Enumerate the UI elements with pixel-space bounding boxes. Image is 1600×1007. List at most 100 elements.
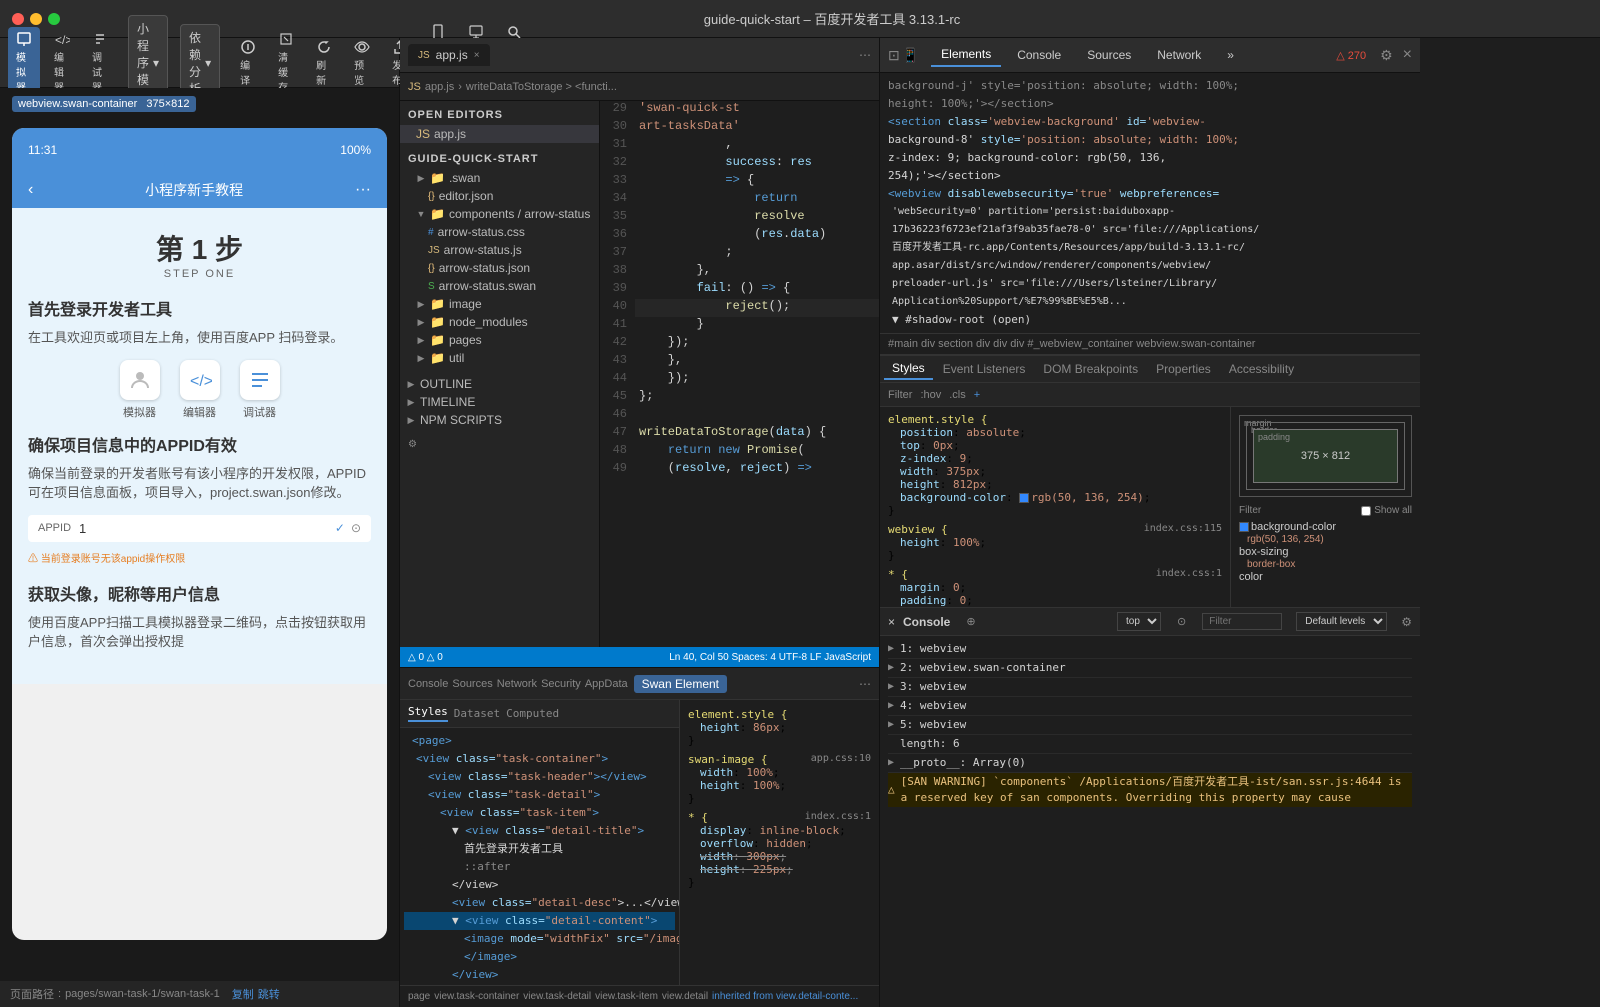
file-arrow-swan[interactable]: S arrow-status.swan: [400, 277, 599, 295]
close-button[interactable]: [12, 13, 24, 25]
code-line: 34 return: [600, 191, 879, 209]
html-line: <view class="task-header"></view>: [404, 768, 675, 786]
folder-components[interactable]: ▼ 📁 components / arrow-status: [400, 205, 599, 223]
folder-util[interactable]: ▶ 📁 util: [400, 349, 599, 367]
console-msg: ▶ 2: webview.swan-container: [888, 659, 1412, 678]
open-file-appjs[interactable]: JS app.js: [400, 125, 599, 143]
console-settings-icon[interactable]: ⚙: [1401, 615, 1412, 629]
settings-icon[interactable]: ⚙: [1380, 47, 1393, 64]
minimize-button[interactable]: [30, 13, 42, 25]
code-line: 37 ;: [600, 245, 879, 263]
console-section: × Console ⊕ top ⊙ Default levels ⚙ ▶ 1: …: [880, 607, 1420, 807]
folder-node-modules[interactable]: ▶ 📁 node_modules: [400, 313, 599, 331]
code-line: 31 ,: [600, 137, 879, 155]
outline-section[interactable]: ▶ OUTLINE: [400, 375, 599, 393]
html-tree-content: <page> <view class="task-container"> <vi…: [400, 728, 679, 985]
tab-more[interactable]: »: [1217, 44, 1244, 66]
device-label: webview.swan-container 375×812: [12, 96, 196, 112]
file-tab-appjs[interactable]: JS app.js ×: [408, 44, 490, 66]
folder-swan[interactable]: ▶ 📁 .swan: [400, 169, 599, 187]
navigate-button[interactable]: 跳转: [258, 986, 280, 1002]
styles-main: element.style { position: absolute; top:…: [880, 407, 1420, 607]
refresh-button[interactable]: 刷新: [308, 35, 340, 91]
add-style-icon[interactable]: +: [974, 389, 980, 401]
step-header: 第 1 步 STEP ONE: [28, 228, 371, 280]
show-all-checkbox[interactable]: Show all: [1361, 505, 1412, 516]
file-arrow-css[interactable]: # arrow-status.css: [400, 223, 599, 241]
code-line: 33 => {: [600, 173, 879, 191]
timeline-section[interactable]: ▶ TIMELINE: [400, 393, 599, 411]
top-toolbar: 模拟器 </> 编辑器 调试器 小程序模式 ▾ 依赖分析 ▾ 编译: [0, 38, 399, 88]
npm-scripts-section[interactable]: ▶ NPM SCRIPTS: [400, 411, 599, 429]
computed-properties: Filter Show all background-color rgb(50,…: [1239, 505, 1412, 584]
tab-elements[interactable]: Elements: [931, 43, 1001, 67]
folder-pages[interactable]: ▶ 📁 pages: [400, 331, 599, 349]
swan-tabs-row: Console Sources Network Security AppData…: [400, 668, 879, 700]
devtools-close-icon[interactable]: ×: [1403, 46, 1412, 64]
close-tab-icon[interactable]: ×: [474, 50, 480, 61]
compile-button[interactable]: 编译: [232, 35, 264, 91]
swan-element-tab[interactable]: Swan Element: [634, 675, 727, 693]
traffic-lights: [12, 13, 60, 25]
tab-styles-active[interactable]: Styles: [884, 358, 933, 380]
preview-button[interactable]: 预览: [346, 35, 378, 91]
breadcrumb-bar: 页面路径 : pages/swan-task-1/swan-task-1 复制 …: [0, 981, 399, 1007]
editor-nav: JS app.js › writeDataToStorage > <functi…: [400, 73, 879, 101]
html-line: ::after: [404, 858, 675, 876]
tab-styles[interactable]: Styles: [408, 705, 448, 722]
tab-accessibility[interactable]: Accessibility: [1221, 359, 1302, 379]
device-screen: 11:31 100% ‹ 小程序新手教程 ··· 第 1 步 STEP ONE: [12, 128, 387, 940]
file-arrow-js[interactable]: JS arrow-status.js: [400, 241, 599, 259]
console-filter-input[interactable]: [1202, 613, 1282, 630]
console-msg: length: 6: [888, 735, 1412, 754]
html-line: <page>: [404, 732, 675, 750]
icon-debugger: 调试器: [240, 360, 280, 420]
swan-more-icon[interactable]: ⋯: [859, 677, 871, 691]
tab-event-listeners[interactable]: Event Listeners: [935, 359, 1034, 379]
more-options-icon[interactable]: ⋯: [859, 48, 871, 62]
maximize-button[interactable]: [48, 13, 60, 25]
console-msg: ▶ 3: webview: [888, 678, 1412, 697]
inspect-icon[interactable]: ⊡: [888, 47, 900, 64]
code-line: 39 fail: () => {: [600, 281, 879, 299]
styles-content: element.style { height: 86px; } swan-ima…: [680, 700, 879, 893]
guide-section: GUIDE-QUICK-START: [400, 149, 599, 169]
styles-left-panel: element.style { position: absolute; top:…: [880, 407, 1230, 607]
main-container: 模拟器 </> 编辑器 调试器 小程序模式 ▾ 依赖分析 ▾ 编译: [0, 38, 1600, 1007]
tab-console[interactable]: Console: [1007, 44, 1071, 66]
titlebar: guide-quick-start – 百度开发者工具 3.13.1-rc: [0, 0, 1600, 38]
tab-dom-breakpoints[interactable]: DOM Breakpoints: [1035, 359, 1146, 379]
devtools-toolbar: ⊡ 📱 Elements Console Sources Network » △…: [880, 38, 1420, 73]
console-level-select[interactable]: top: [1117, 612, 1161, 631]
code-line-active: 40 reject();: [600, 299, 879, 317]
file-arrow-json[interactable]: {} arrow-status.json: [400, 259, 599, 277]
folder-image[interactable]: ▶ 📁 image: [400, 295, 599, 313]
code-area[interactable]: 29 'swan-quick-st 30 art-tasksData' 31 ,…: [600, 101, 879, 647]
file-editor-json[interactable]: {} editor.json: [400, 187, 599, 205]
svg-text:</>: </>: [190, 373, 212, 390]
icon-simulator: 模拟器: [120, 360, 160, 420]
open-editors-section: OPEN EDITORS: [400, 105, 599, 125]
section-appid: 确保项目信息中的APPID有效 确保当前登录的开发者账号有该小程序的开发权限，A…: [28, 432, 371, 565]
elements-breadcrumb: #main div section div div div #_webview_…: [880, 333, 1420, 355]
tab-properties[interactable]: Properties: [1148, 359, 1219, 379]
device-icon[interactable]: 📱: [902, 47, 919, 64]
tab-computed[interactable]: Computed: [506, 707, 559, 720]
tab-dataset[interactable]: Dataset: [454, 707, 500, 720]
editor-toolbar: JS app.js × ⋯: [400, 38, 879, 73]
html-line-selected[interactable]: ▼ <view class="detail-content">: [404, 912, 675, 930]
swan-style-tabs: Styles Dataset Computed: [400, 700, 679, 728]
code-line: 46: [600, 407, 879, 425]
html-line: <view class="task-container">: [404, 750, 675, 768]
tab-network[interactable]: Network: [1147, 44, 1211, 66]
tab-sources[interactable]: Sources: [1077, 44, 1141, 66]
code-line: 49 (resolve, reject) =>: [600, 461, 879, 479]
swan-breadcrumb: pageview.task-containerview.task-detailv…: [400, 985, 879, 1007]
console-levels-select[interactable]: Default levels: [1296, 612, 1387, 631]
html-line: <view class="detail-desc">...</view>: [404, 894, 675, 912]
function-breadcrumb: writeDataToStorage > <functi...: [466, 81, 617, 93]
code-line: 32 success: res: [600, 155, 879, 173]
left-panel: 模拟器 </> 编辑器 调试器 小程序模式 ▾ 依赖分析 ▾ 编译: [0, 38, 400, 1007]
copy-button[interactable]: 复制: [232, 986, 254, 1002]
html-line: <image mode="widthFix" src="/image/1-1.p…: [404, 930, 675, 948]
